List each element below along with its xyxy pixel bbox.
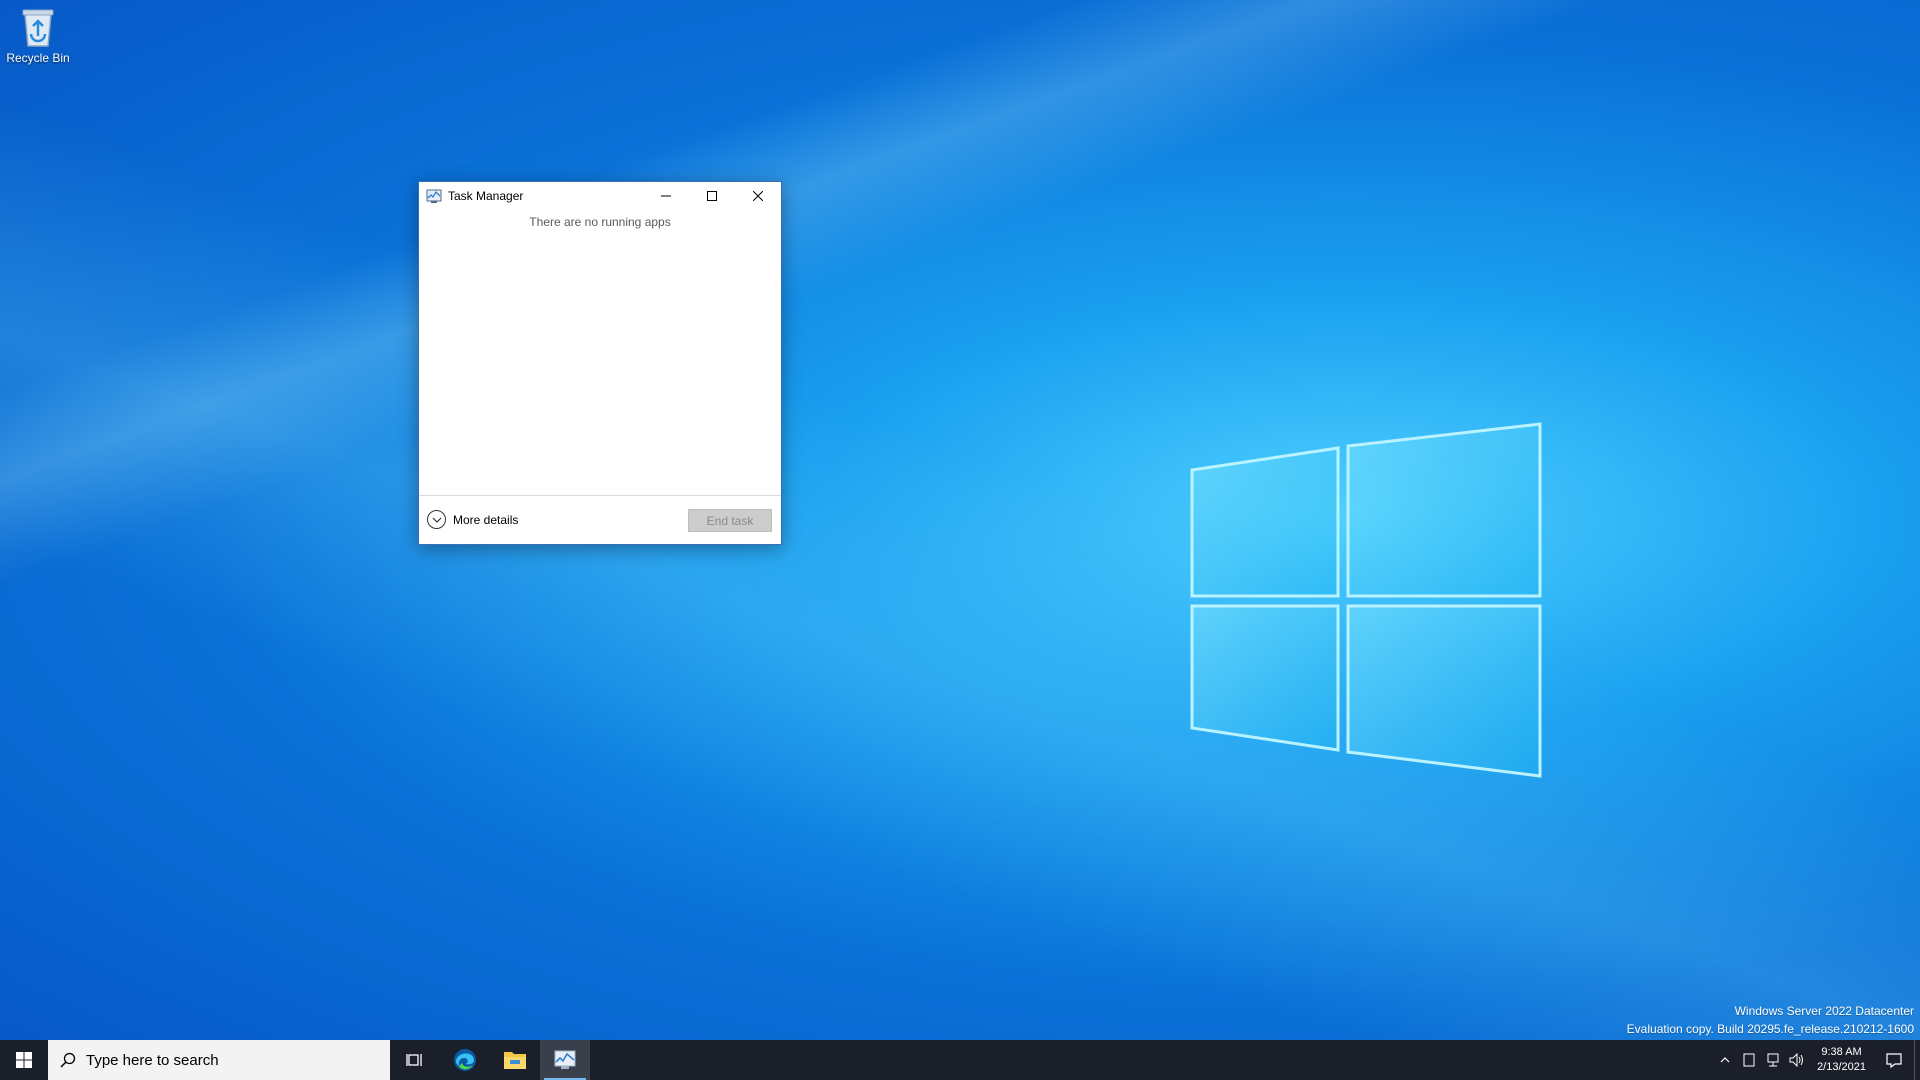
maximize-icon	[707, 191, 717, 201]
volume-button[interactable]	[1785, 1040, 1809, 1080]
end-task-button[interactable]: End task	[688, 509, 772, 532]
window-footer: More details End task	[419, 495, 781, 544]
system-tray: 9:38 AM 2/13/2021	[1713, 1040, 1920, 1080]
close-icon	[753, 191, 763, 201]
wallpaper-beam	[0, 0, 1920, 1080]
evaluation-watermark: Windows Server 2022 Datacenter Evaluatio…	[1627, 1002, 1914, 1038]
windows-start-icon	[16, 1052, 32, 1068]
task-manager-taskbar-button[interactable]	[540, 1040, 590, 1080]
chevron-down-icon	[427, 510, 446, 529]
task-view-icon	[406, 1054, 422, 1066]
edge-icon	[454, 1049, 476, 1071]
minimize-icon	[661, 195, 671, 197]
network-button[interactable]	[1761, 1040, 1785, 1080]
maximize-button[interactable]	[689, 182, 735, 210]
clock-time: 9:38 AM	[1821, 1046, 1862, 1058]
watermark-line-1: Windows Server 2022 Datacenter	[1734, 1004, 1914, 1018]
search-icon	[60, 1052, 76, 1068]
window-title: Task Manager	[448, 189, 524, 203]
title-bar[interactable]: Task Manager	[419, 182, 781, 210]
task-manager-icon	[426, 189, 442, 203]
network-icon	[1767, 1053, 1779, 1067]
show-desktop-button[interactable]	[1914, 1040, 1920, 1080]
chevron-up-icon	[1720, 1057, 1730, 1063]
edge-taskbar-button[interactable]	[440, 1040, 490, 1080]
taskbar-search-box[interactable]: Type here to search	[48, 1040, 390, 1080]
close-button[interactable]	[735, 182, 781, 210]
desktop-icon-recycle-bin[interactable]: Recycle Bin	[4, 6, 72, 65]
notification-icon	[1886, 1053, 1902, 1068]
file-explorer-taskbar-button[interactable]	[490, 1040, 540, 1080]
task-manager-window[interactable]: Task Manager There are no running apps M…	[418, 181, 782, 545]
task-view-button[interactable]	[390, 1040, 440, 1080]
more-details-button[interactable]: More details	[427, 510, 518, 529]
show-hidden-icons-button[interactable]	[1713, 1040, 1737, 1080]
clock-date: 2/13/2021	[1817, 1061, 1866, 1073]
tray-device-button[interactable]	[1737, 1040, 1761, 1080]
taskbar-clock[interactable]: 9:38 AM 2/13/2021	[1809, 1045, 1874, 1075]
empty-message: There are no running apps	[529, 215, 671, 229]
action-center-button[interactable]	[1874, 1040, 1914, 1080]
recycle-bin-icon	[22, 9, 54, 47]
file-explorer-icon	[504, 1052, 526, 1069]
start-button[interactable]	[0, 1040, 48, 1080]
search-placeholder: Type here to search	[86, 1051, 219, 1069]
desktop-icon-label: Recycle Bin	[6, 51, 70, 65]
wallpaper-beam	[0, 0, 1920, 1080]
more-details-label: More details	[453, 512, 519, 527]
watermark-line-2: Evaluation copy. Build 20295.fe_release.…	[1626, 1022, 1914, 1036]
volume-icon	[1789, 1053, 1804, 1067]
task-manager-icon	[554, 1050, 576, 1069]
minimize-button[interactable]	[643, 182, 689, 210]
taskbar: Type here to search 9:38 AM 2/13/2021	[0, 1040, 1920, 1080]
device-icon	[1743, 1053, 1755, 1067]
windows-logo-wallpaper	[1190, 422, 1542, 778]
